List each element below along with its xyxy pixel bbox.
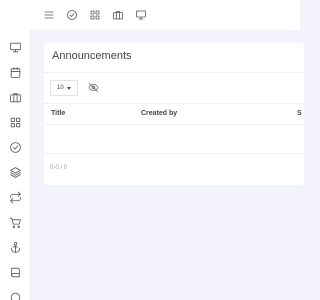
divider [44,124,304,125]
book-icon[interactable] [7,264,23,280]
menu-icon[interactable] [38,4,60,26]
column-header-status[interactable]: S [297,110,302,117]
page-title: Announcements [52,50,132,62]
cart-icon[interactable] [7,214,23,230]
column-header-title[interactable]: Title [51,110,65,117]
announcements-card: Announcements 10 Title Created by S 0-0 … [44,43,304,185]
briefcase-icon[interactable] [107,4,129,26]
grid-icon[interactable] [84,4,106,26]
pagination-range: 0-0 / 0 [50,165,68,171]
layers-icon[interactable] [7,164,23,180]
monitor-icon[interactable] [7,39,23,55]
chevron-down-icon [67,87,71,90]
page-size-value: 10 [57,85,64,91]
divider [44,72,304,73]
top-toolbar [0,0,300,30]
circle-icon[interactable] [7,289,23,300]
calendar-icon[interactable] [7,64,23,80]
monitor-icon[interactable] [130,4,152,26]
repeat-icon[interactable] [7,189,23,205]
anchor-icon[interactable] [7,239,23,255]
check-circle-icon[interactable] [61,4,83,26]
divider [44,153,304,154]
sidebar [0,30,31,300]
divider [44,103,304,104]
eye-off-icon[interactable] [87,81,100,94]
grid-icon[interactable] [7,114,23,130]
page-size-select[interactable]: 10 [50,80,78,96]
check-circle-icon[interactable] [7,139,23,155]
column-header-created-by[interactable]: Created by [141,110,177,117]
briefcase-icon[interactable] [7,89,23,105]
